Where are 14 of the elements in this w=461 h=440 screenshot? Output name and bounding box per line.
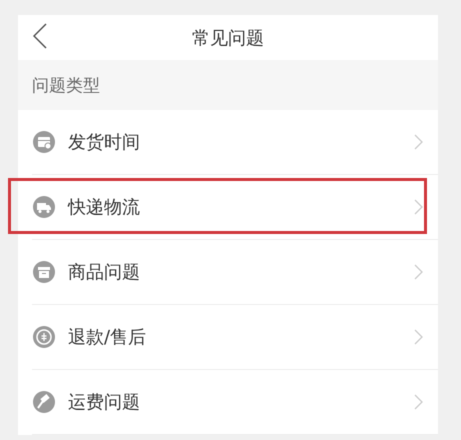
back-icon: [33, 23, 47, 49]
chevron-icon: [414, 329, 424, 345]
truck-icon: [32, 195, 56, 219]
box-clock-icon: [32, 130, 56, 154]
coin-icon: [32, 325, 56, 349]
chevron-icon: [414, 199, 424, 215]
back-button[interactable]: [32, 23, 48, 51]
chevron-icon: [414, 264, 424, 280]
chevron-icon: [414, 394, 424, 410]
chevron-icon: [414, 134, 424, 150]
hammer-icon: [32, 390, 56, 414]
box-icon: [32, 260, 56, 284]
page-title: 常见问题: [192, 26, 264, 50]
section-title: 问题类型: [32, 74, 100, 96]
